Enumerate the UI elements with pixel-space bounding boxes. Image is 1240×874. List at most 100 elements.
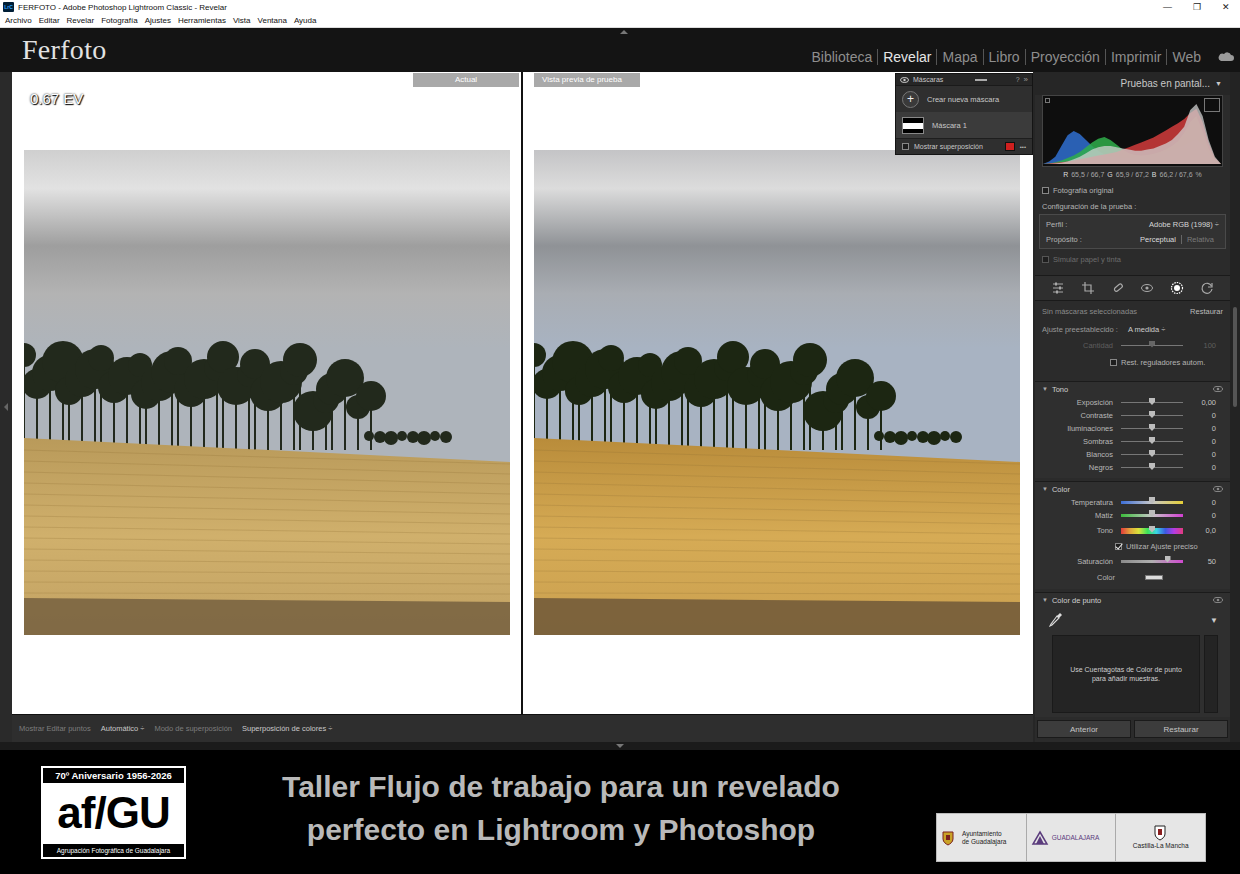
checkbox[interactable]: [1115, 543, 1122, 550]
slider-thumb[interactable]: [1149, 424, 1155, 431]
create-mask-row[interactable]: + Crear nueva máscara: [896, 86, 1032, 112]
slider-value[interactable]: 0,00: [1186, 398, 1216, 407]
intent-option[interactable]: Perceptual: [1135, 235, 1181, 244]
slider-fill[interactable]: [1121, 528, 1152, 534]
original-photo-toggle-label[interactable]: Fotografía original: [1053, 186, 1113, 195]
simulate-paper-toggle-label[interactable]: Simular papel y tinta: [1053, 255, 1121, 264]
slider-thumb[interactable]: [1149, 463, 1155, 470]
slider-fill[interactable]: [1121, 454, 1152, 455]
slider-value[interactable]: 0: [1186, 511, 1216, 520]
slider-thumb[interactable]: [1149, 497, 1155, 504]
slider-track[interactable]: [1121, 467, 1183, 468]
slider-thumb[interactable]: [1149, 398, 1155, 405]
slider-value[interactable]: 0,0: [1186, 526, 1216, 535]
menu-item[interactable]: Editar: [39, 16, 60, 25]
slider-track[interactable]: [1121, 514, 1183, 517]
restore-button[interactable]: ❐: [1182, 2, 1211, 12]
section-title[interactable]: Tono: [1052, 385, 1068, 394]
auto-reset-toggle[interactable]: Rest. reguladores autom.: [1035, 353, 1230, 371]
show-points-select[interactable]: Automático ÷: [101, 724, 145, 733]
menu-item[interactable]: Vista: [233, 16, 251, 25]
original-photo-toggle[interactable]: Fotografía original: [1035, 182, 1230, 198]
slider-fill[interactable]: [1121, 402, 1152, 403]
eye-icon[interactable]: [900, 77, 909, 83]
left-panel-toggle[interactable]: [0, 72, 12, 742]
slider-value[interactable]: 50: [1186, 557, 1216, 566]
slider-value[interactable]: 0: [1186, 437, 1216, 446]
preset-select[interactable]: A medida ÷: [1128, 325, 1165, 334]
create-mask-label[interactable]: Crear nueva máscara: [927, 95, 999, 104]
slider-value[interactable]: 0: [1186, 450, 1216, 459]
cloud-icon[interactable]: [1218, 52, 1234, 62]
slider-fill[interactable]: [1121, 467, 1152, 468]
visibility-eye-icon[interactable]: [1213, 597, 1223, 603]
intent-option[interactable]: Relativa: [1181, 235, 1219, 244]
slider-thumb[interactable]: [1149, 411, 1155, 418]
expand-left-arrow[interactable]: [4, 403, 8, 411]
slider-thumb[interactable]: [1149, 510, 1155, 517]
identity-plate[interactable]: Ferfoto: [22, 34, 107, 66]
module-tab[interactable]: Web: [1166, 49, 1206, 65]
crop-tool-icon[interactable]: [1081, 281, 1095, 295]
slider-track[interactable]: [1121, 528, 1183, 534]
previous-button[interactable]: Anterior: [1037, 720, 1131, 738]
profile-select[interactable]: Adobe RGB (1998) ÷: [1149, 220, 1219, 229]
reset-all-button[interactable]: Restaurar: [1134, 720, 1228, 738]
slider-track[interactable]: [1121, 454, 1183, 455]
close-button[interactable]: ✕: [1211, 2, 1240, 12]
scrollbar-thumb[interactable]: [1233, 307, 1237, 407]
slider-value[interactable]: 0: [1186, 498, 1216, 507]
option-label[interactable]: Utilizar Ajuste preciso: [1126, 542, 1198, 551]
mask-item[interactable]: Máscara 1: [896, 112, 1032, 138]
slider-track[interactable]: [1121, 345, 1183, 346]
module-tab[interactable]: Proyección: [1025, 49, 1105, 65]
collapse-toggle[interactable]: ▼: [1042, 597, 1048, 603]
module-tab[interactable]: Libro: [983, 49, 1025, 65]
menu-item[interactable]: Ayuda: [294, 16, 317, 25]
section-title[interactable]: Color de punto: [1052, 596, 1101, 605]
overlay-mode-select[interactable]: Superposición de colores ÷: [242, 724, 332, 733]
overlay-checkbox[interactable]: [902, 143, 909, 150]
slider-thumb[interactable]: [1165, 556, 1171, 563]
mask-tool-icon[interactable]: [1170, 281, 1184, 295]
auto-reset-toggle-label[interactable]: Rest. reguladores autom.: [1121, 358, 1205, 367]
reset-button[interactable]: Restaurar: [1190, 307, 1223, 316]
more-button[interactable]: •••: [1020, 144, 1026, 150]
module-tab[interactable]: Imprimir: [1105, 49, 1167, 65]
collapse-top-arrow[interactable]: [620, 30, 628, 34]
slider-track[interactable]: [1121, 402, 1183, 403]
checkbox[interactable]: [1042, 256, 1049, 263]
edit-tool-icon[interactable]: [1051, 281, 1065, 295]
section-title[interactable]: Color: [1052, 485, 1070, 494]
collapse-toggle[interactable]: ▼: [1042, 386, 1048, 392]
help-button[interactable]: ?: [1016, 76, 1020, 83]
slider-thumb[interactable]: [1149, 341, 1155, 348]
mask-label[interactable]: Máscara 1: [932, 121, 967, 130]
slider-track[interactable]: [1121, 415, 1183, 416]
slider-track[interactable]: [1121, 428, 1183, 429]
section-header[interactable]: ▼Color: [1035, 482, 1230, 496]
slider-fill[interactable]: [1121, 441, 1152, 442]
overlay-label[interactable]: Mostrar superposición: [914, 143, 983, 150]
slider-fill[interactable]: [1121, 514, 1152, 517]
point-color-menu[interactable]: ▼: [1210, 616, 1218, 625]
module-tab[interactable]: Mapa: [936, 49, 982, 65]
slider-fill[interactable]: [1121, 345, 1152, 346]
menu-item[interactable]: Fotografía: [101, 16, 137, 25]
slider-thumb[interactable]: [1149, 526, 1155, 533]
add-mask-button[interactable]: +: [902, 91, 919, 108]
slider-fill[interactable]: [1121, 428, 1152, 429]
slider-track[interactable]: [1121, 560, 1183, 563]
menu-item[interactable]: Ajustes: [145, 16, 171, 25]
visibility-eye-icon[interactable]: [1213, 486, 1223, 492]
highlight-clipping-toggle[interactable]: [1204, 98, 1220, 112]
slider-thumb[interactable]: [1149, 437, 1155, 444]
checkbox[interactable]: [1110, 359, 1117, 366]
slider-fill[interactable]: [1121, 415, 1152, 416]
mask-thumbnail[interactable]: [902, 117, 924, 134]
slider-value[interactable]: 0: [1186, 424, 1216, 433]
slider-value[interactable]: 100: [1186, 341, 1216, 350]
menu-item[interactable]: Archivo: [5, 16, 32, 25]
slider-thumb[interactable]: [1149, 450, 1155, 457]
shadow-clipping-toggle[interactable]: [1045, 98, 1050, 103]
